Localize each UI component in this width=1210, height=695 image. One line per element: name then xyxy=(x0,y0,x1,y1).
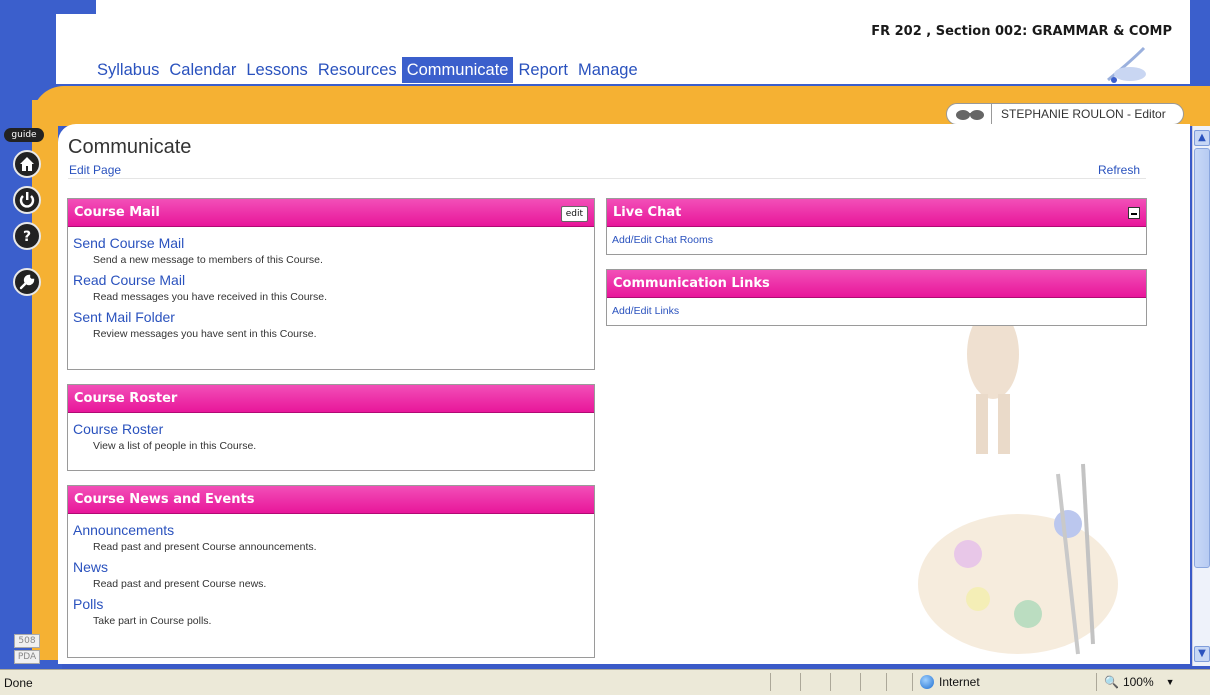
course-title: FR 202 , Section 002: GRAMMAR & COMP xyxy=(871,24,1172,39)
read-course-mail-desc: Read messages you have received in this … xyxy=(93,291,328,303)
news-events-header: Course News and Events xyxy=(68,486,594,514)
header-corner xyxy=(56,14,96,84)
course-mail-title: Course Mail xyxy=(74,205,160,220)
polls-link[interactable]: Polls xyxy=(73,596,589,612)
course-roster-header: Course Roster xyxy=(68,385,594,413)
scroll-down-arrow-icon[interactable]: ▼ xyxy=(1194,646,1210,662)
guide-tab[interactable]: guide xyxy=(4,128,44,142)
course-roster-body: Course Roster View a list of people in t… xyxy=(68,413,594,464)
collapse-icon[interactable] xyxy=(1128,207,1140,219)
sent-mail-folder-desc: Review messages you have sent in this Co… xyxy=(93,328,317,340)
live-chat-body: Add/Edit Chat Rooms xyxy=(607,227,1146,252)
edit-page-link[interactable]: Edit Page xyxy=(69,163,121,177)
header-left-edge xyxy=(0,0,56,86)
course-mail-edit-button[interactable]: edit xyxy=(560,206,588,222)
communication-links-body: Add/Edit Links xyxy=(607,298,1146,323)
zoom-level: 100% xyxy=(1122,675,1154,689)
globe-icon xyxy=(920,675,934,689)
polls-desc: Take part in Course polls. xyxy=(93,615,212,627)
page-title: Communicate xyxy=(68,136,192,158)
announcements-link[interactable]: Announcements xyxy=(73,522,589,538)
live-chat-box: Live Chat Add/Edit Chat Rooms xyxy=(606,198,1147,255)
chevron-down-icon[interactable]: ▼ xyxy=(1166,677,1175,687)
nav-calendar[interactable]: Calendar xyxy=(164,57,241,83)
svg-text:?: ? xyxy=(23,229,31,245)
home-icon[interactable] xyxy=(13,150,41,178)
news-link[interactable]: News xyxy=(73,559,589,575)
communication-links-title: Communication Links xyxy=(613,276,770,291)
refresh-link[interactable]: Refresh xyxy=(1098,163,1140,177)
add-edit-chat-rooms-link[interactable]: Add/Edit Chat Rooms xyxy=(612,234,1141,246)
vertical-scrollbar[interactable]: ▲ ▼ xyxy=(1192,126,1210,666)
status-separator xyxy=(830,673,831,691)
send-course-mail-link[interactable]: Send Course Mail xyxy=(73,235,589,251)
news-events-body: Announcements Read past and present Cour… xyxy=(68,514,594,639)
status-separator xyxy=(886,673,887,691)
glasses-icon xyxy=(956,110,984,120)
sent-mail-folder-link[interactable]: Sent Mail Folder xyxy=(73,309,589,325)
status-separator xyxy=(800,673,801,691)
status-separator xyxy=(770,673,771,691)
course-roster-link[interactable]: Course Roster xyxy=(73,421,589,437)
mode-pda-button[interactable]: PDA xyxy=(14,650,40,664)
help-icon[interactable]: ? xyxy=(13,222,41,250)
add-edit-links-link[interactable]: Add/Edit Links xyxy=(612,305,1141,317)
security-zone[interactable]: Internet xyxy=(920,675,980,689)
read-course-mail-link[interactable]: Read Course Mail xyxy=(73,272,589,288)
header-top-cover xyxy=(56,0,96,14)
mode-508-button[interactable]: 508 xyxy=(14,634,40,648)
send-course-mail-desc: Send a new message to members of this Co… xyxy=(93,254,323,266)
nav-report[interactable]: Report xyxy=(513,57,573,83)
status-separator xyxy=(860,673,861,691)
communication-links-box: Communication Links Add/Edit Links xyxy=(606,269,1147,326)
nav-manage[interactable]: Manage xyxy=(573,57,643,83)
status-separator xyxy=(1096,673,1097,691)
live-chat-header: Live Chat xyxy=(607,199,1146,227)
status-separator xyxy=(912,673,913,691)
scroll-up-arrow-icon[interactable]: ▲ xyxy=(1194,130,1210,146)
wrench-icon[interactable] xyxy=(13,268,41,296)
nav-lessons[interactable]: Lessons xyxy=(241,57,312,83)
zoom-control[interactable]: 🔍 100% ▼ xyxy=(1104,675,1175,689)
zoom-icon: 🔍 xyxy=(1104,675,1119,689)
nav-communicate[interactable]: Communicate xyxy=(401,57,514,83)
zone-label: Internet xyxy=(939,675,980,689)
user-badge[interactable]: STEPHANIE ROULON - Editor xyxy=(946,103,1184,125)
live-chat-title: Live Chat xyxy=(613,205,682,220)
course-mail-box: Course Mail edit Send Course Mail Send a… xyxy=(67,198,595,370)
palette-illustration xyxy=(918,463,1118,655)
communication-links-header: Communication Links xyxy=(607,270,1146,298)
browser-statusbar: Done Internet 🔍 100% ▼ xyxy=(0,669,1210,695)
course-roster-box: Course Roster Course Roster View a list … xyxy=(67,384,595,471)
announcements-desc: Read past and present Course announcemen… xyxy=(93,541,317,553)
news-desc: Read past and present Course news. xyxy=(93,578,267,590)
title-divider xyxy=(68,178,1146,179)
content-area: Communicate Edit Page Refresh Course Mai… xyxy=(58,124,1190,664)
nav-resources[interactable]: Resources xyxy=(313,57,402,83)
power-icon[interactable] xyxy=(13,186,41,214)
scroll-thumb[interactable] xyxy=(1194,148,1210,568)
course-roster-title: Course Roster xyxy=(74,391,178,406)
user-name: STEPHANIE ROULON - Editor xyxy=(1001,107,1166,121)
artist-hand-illustration xyxy=(1107,46,1146,83)
nav-syllabus[interactable]: Syllabus xyxy=(92,57,164,83)
course-mail-header: Course Mail edit xyxy=(68,199,594,227)
user-badge-separator xyxy=(991,104,992,124)
status-text: Done xyxy=(4,676,33,690)
course-mail-body: Send Course Mail Send a new message to m… xyxy=(68,227,594,352)
course-roster-desc: View a list of people in this Course. xyxy=(93,440,257,452)
main-nav: Syllabus Calendar Lessons Resources Comm… xyxy=(92,57,643,83)
left-rail-orange xyxy=(32,100,58,660)
news-events-box: Course News and Events Announcements Rea… xyxy=(67,485,595,658)
news-events-title: Course News and Events xyxy=(74,492,255,507)
